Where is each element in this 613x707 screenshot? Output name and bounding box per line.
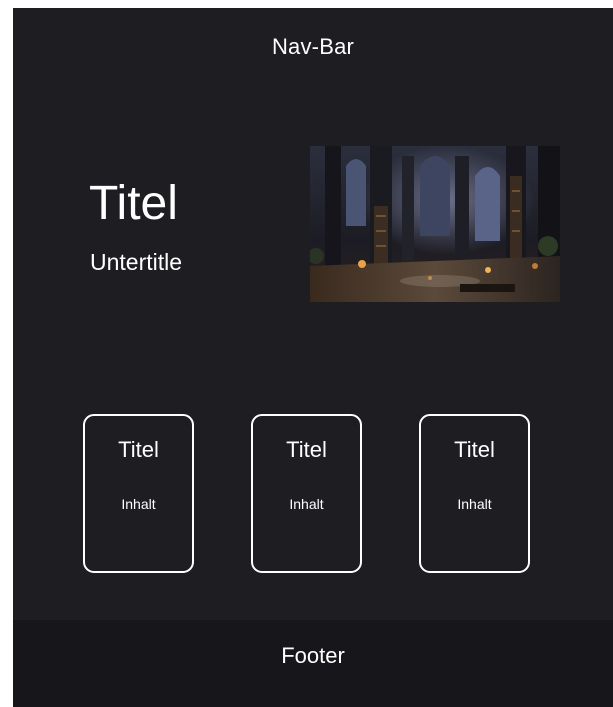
nav-bar[interactable]: Nav-Bar	[13, 8, 613, 86]
card-content: Inhalt	[121, 496, 156, 512]
hero-title: Titel	[89, 177, 178, 230]
card-title: Titel	[454, 437, 495, 462]
card-3[interactable]: Titel Inhalt	[419, 414, 530, 573]
hero-subtitle: Untertitle	[90, 249, 183, 275]
footer-label: Footer	[281, 642, 345, 668]
page-frame: Nav-Bar Titel Untertitle Titel Inhalt Ti…	[13, 8, 613, 707]
nav-bar-label: Nav-Bar	[271, 34, 355, 59]
card-1[interactable]: Titel Inhalt	[83, 414, 194, 573]
hero-image	[310, 146, 560, 302]
card-title: Titel	[286, 437, 327, 462]
card-2[interactable]: Titel Inhalt	[251, 414, 362, 573]
footer: Footer	[13, 620, 613, 707]
card-content: Inhalt	[289, 496, 324, 512]
card-title: Titel	[118, 437, 159, 462]
card-content: Inhalt	[457, 496, 492, 512]
